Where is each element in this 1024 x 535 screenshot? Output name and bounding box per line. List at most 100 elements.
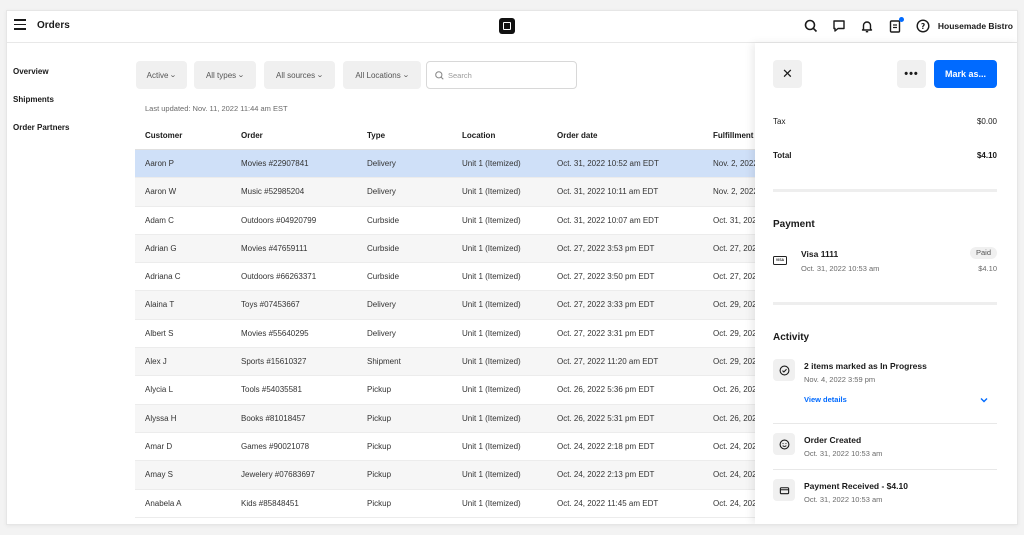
cell-location: Unit 1 (Itemized) xyxy=(462,215,521,225)
close-button[interactable]: ✕ xyxy=(773,60,802,88)
sidebar-item-overview[interactable]: Overview xyxy=(13,67,49,76)
sidebar-item-shipments[interactable]: Shipments xyxy=(13,95,54,104)
svg-text:?: ? xyxy=(921,22,925,31)
table-row[interactable]: Alaina T Toys #07453667 Delivery Unit 1 (It… xyxy=(135,291,761,320)
table-row[interactable]: Albert S Movies #55640295 Delivery Unit 1 (… xyxy=(135,320,761,349)
chevron-down-icon[interactable] xyxy=(978,393,990,405)
column-header-fulfillment[interactable]: Fulfillment xyxy=(713,122,753,150)
table-row[interactable]: Anabela A Kids #85848451 Pickup Unit 1 (Ite… xyxy=(135,490,761,518)
cell-order: Movies #55640295 xyxy=(241,328,309,338)
status-filter[interactable]: Active ⌄ xyxy=(136,61,187,89)
total-value: $4.10 xyxy=(976,151,997,160)
types-filter[interactable]: All types ⌄ xyxy=(194,61,256,89)
help-icon[interactable]: ? xyxy=(915,18,931,34)
divider xyxy=(773,423,997,424)
divider xyxy=(773,302,997,305)
table-row[interactable]: Amar D Games #90021078 Pickup Unit 1 (Itemi… xyxy=(135,433,761,462)
cell-type: Pickup xyxy=(367,385,392,395)
table-row[interactable]: Alex J Sports #15610327 Shipment Unit 1 (It… xyxy=(135,348,761,377)
bell-icon[interactable] xyxy=(859,18,875,34)
status-badge: Paid xyxy=(970,247,997,259)
search-icon[interactable] xyxy=(803,18,819,34)
column-header-customer[interactable]: Customer xyxy=(145,122,182,150)
sidebar-item-order-partners[interactable]: Order Partners xyxy=(13,123,69,132)
activity-section-title: Activity xyxy=(773,332,810,343)
cell-location: Unit 1 (Itemized) xyxy=(462,441,521,451)
cell-location: Unit 1 (Itemized) xyxy=(462,300,521,310)
cell-fulfillment: Oct. 31, 2022 xyxy=(713,215,762,225)
check-circle-icon xyxy=(773,359,795,381)
cell-fulfillment: Oct. 24, 2022 xyxy=(713,441,762,451)
divider xyxy=(773,189,997,192)
cell-customer: Anabela A xyxy=(145,498,182,508)
cell-fulfillment: Oct. 24, 2022 xyxy=(713,470,762,480)
cell-fulfillment: Oct. 26, 2022 xyxy=(713,413,762,423)
cell-customer: Alaina T xyxy=(145,300,175,310)
cell-order-date: Oct. 24, 2022 2:18 pm EDT xyxy=(557,441,655,451)
tax-label: Tax xyxy=(773,117,786,126)
cell-order-date: Oct. 27, 2022 3:31 pm EDT xyxy=(557,328,655,338)
status-filter-label: Active xyxy=(146,70,169,80)
cell-order: Sports #15610327 xyxy=(241,357,307,367)
table-row[interactable]: Adam C Outdoors #04920799 Curbside Unit 1 (… xyxy=(135,207,761,235)
column-header-type[interactable]: Type xyxy=(367,122,385,150)
credit-card-icon xyxy=(773,479,795,501)
cell-type: Curbside xyxy=(367,215,400,225)
cell-fulfillment: Oct. 29, 2022 xyxy=(713,300,762,310)
cell-order-date: Oct. 27, 2022 3:53 pm EDT xyxy=(557,243,655,253)
table-row[interactable]: Adriana C Outdoors #66263371 Curbside Unit … xyxy=(135,263,761,292)
cell-type: Delivery xyxy=(367,328,396,338)
cell-type: Delivery xyxy=(367,159,396,168)
view-details-link[interactable]: View details xyxy=(804,395,847,404)
cell-order-date: Oct. 31, 2022 10:52 am EDT xyxy=(557,159,659,168)
cell-location: Unit 1 (Itemized) xyxy=(462,413,521,423)
table-row[interactable]: Adrian G Movies #47659111 Curbside Unit 1 (… xyxy=(135,234,761,264)
table-row[interactable]: Alyssa H Books #81018457 Pickup Unit 1 (Ite… xyxy=(135,404,761,433)
cell-customer: Amay S xyxy=(145,470,174,480)
sources-filter[interactable]: All sources ⌄ xyxy=(264,61,335,89)
column-header-order-date[interactable]: Order date xyxy=(557,122,597,150)
cell-type: Curbside xyxy=(367,272,400,282)
total-label: Total xyxy=(773,151,792,160)
cell-customer: Alyssa H xyxy=(145,413,177,423)
chevron-down-icon: ⌄ xyxy=(401,72,410,79)
cell-customer: Adriana C xyxy=(145,272,181,282)
cell-order-date: Oct. 24, 2022 11:45 am EDT xyxy=(557,498,659,508)
clipboard-icon[interactable] xyxy=(887,17,904,34)
cell-order-date: Oct. 31, 2022 10:07 am EDT xyxy=(557,215,659,225)
screen-background: Orders ? Housemade Bistro Overview Shipm xyxy=(0,0,1024,535)
cell-location: Unit 1 (Itemized) xyxy=(462,498,521,508)
cell-type: Pickup xyxy=(367,413,392,423)
chevron-down-icon: ⌄ xyxy=(169,72,178,79)
table-row[interactable]: Aaron P Movies #22907841 Delivery Unit 1 (I… xyxy=(135,150,758,179)
cell-order: Toys #07453667 xyxy=(241,300,300,310)
table-row[interactable]: Amay S Jewelery #07683697 Pickup Unit 1 (It… xyxy=(135,461,761,490)
menu-icon[interactable] xyxy=(14,19,26,31)
cell-order-date: Oct. 24, 2022 2:13 pm EDT xyxy=(557,470,655,480)
locations-filter-label: All Locations xyxy=(355,70,401,80)
ellipsis-icon: ••• xyxy=(904,68,919,80)
cell-order-date: Oct. 31, 2022 10:11 am EDT xyxy=(557,187,659,197)
cell-order: Books #81018457 xyxy=(241,413,306,423)
search-input[interactable] xyxy=(448,68,568,83)
column-header-location[interactable]: Location xyxy=(462,122,495,150)
column-header-order[interactable]: Order xyxy=(241,122,263,150)
cell-type: Delivery xyxy=(367,300,396,310)
cell-order-date: Oct. 26, 2022 5:31 pm EDT xyxy=(557,413,655,423)
chevron-down-icon: ⌄ xyxy=(237,72,245,79)
chat-icon[interactable] xyxy=(831,18,847,34)
table-row[interactable]: Alycia L Tools #54035581 Pickup Unit 1 (Ite… xyxy=(135,376,761,405)
cell-location: Unit 1 (Itemized) xyxy=(462,159,521,168)
square-logo-icon[interactable] xyxy=(499,18,515,34)
more-options-button[interactable]: ••• xyxy=(897,60,926,88)
tax-value: $0.00 xyxy=(976,117,997,126)
business-name[interactable]: Housemade Bistro xyxy=(938,21,1013,31)
cell-order: Jewelery #07683697 xyxy=(241,470,315,480)
mark-as-button[interactable]: Mark as... xyxy=(934,60,997,88)
smile-icon xyxy=(773,433,795,455)
table-row[interactable]: Aaron W Music #52985204 Delivery Unit 1 (It… xyxy=(135,178,758,207)
cell-location: Unit 1 (Itemized) xyxy=(462,357,521,367)
locations-filter[interactable]: All Locations ⌄ xyxy=(343,61,421,89)
cell-location: Unit 1 (Itemized) xyxy=(462,272,521,282)
notification-dot xyxy=(899,17,904,22)
